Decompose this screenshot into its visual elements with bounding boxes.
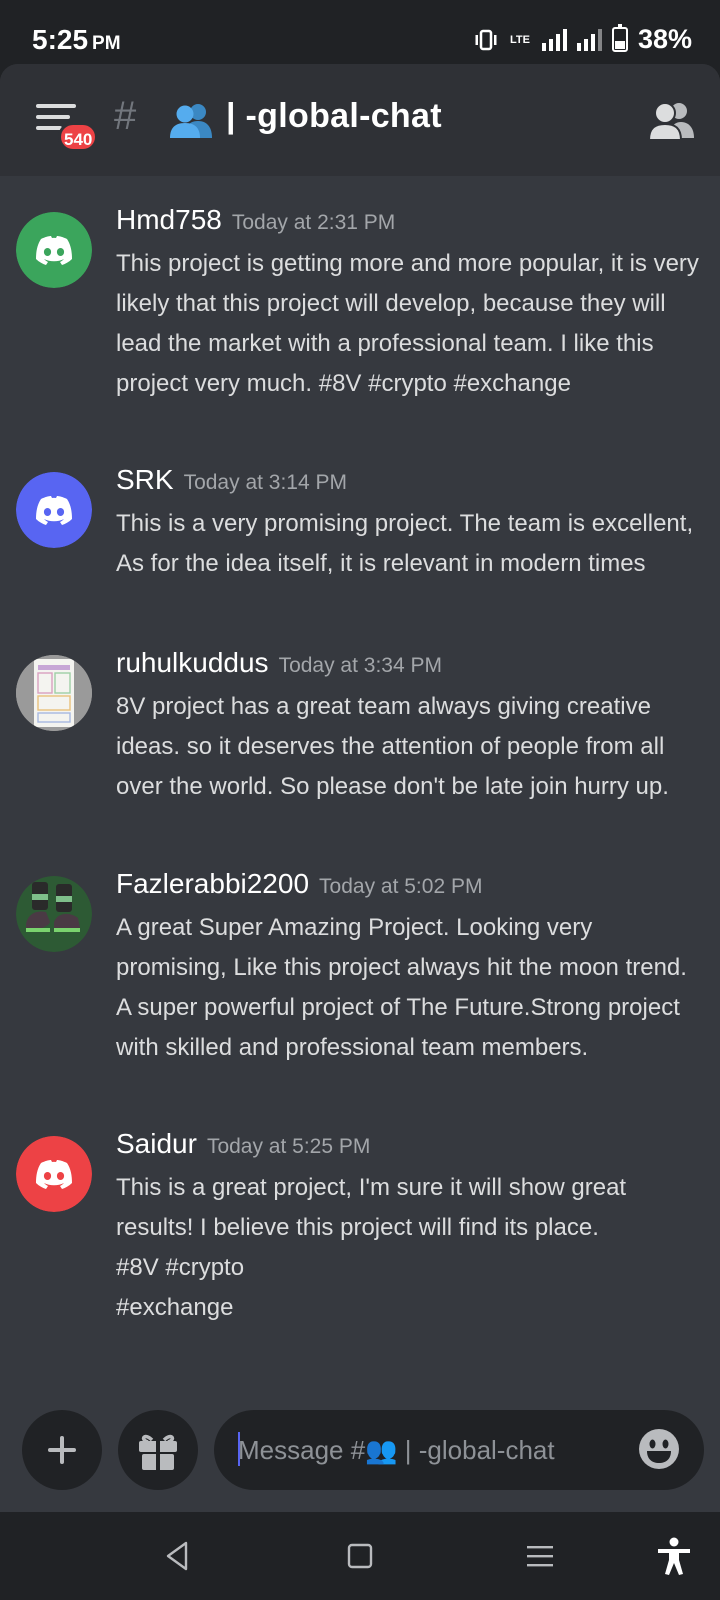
- channel-header: 540 # | -global-chat: [0, 64, 720, 176]
- gift-button[interactable]: [118, 1410, 198, 1490]
- message-timestamp: Today at 3:34 PM: [278, 654, 442, 677]
- message-text: A great Super Amazing Project. Looking v…: [116, 914, 687, 1061]
- avatar[interactable]: [16, 876, 92, 952]
- attach-button[interactable]: [22, 1410, 102, 1490]
- system-nav-bar: [0, 1512, 720, 1600]
- discord-logo-icon: [16, 472, 92, 548]
- message-text: This is a great project, I'm sure it wil…: [116, 1174, 627, 1321]
- signal-icon: [541, 28, 567, 51]
- back-icon[interactable]: [160, 1538, 196, 1574]
- author-name[interactable]: ruhulkuddus: [116, 647, 269, 678]
- message-composer: Message #👥 | -global-chat: [0, 1388, 720, 1512]
- unread-badge: 540: [58, 122, 99, 152]
- status-time: 5:25 PM: [32, 24, 121, 55]
- people-emoji-icon: [170, 104, 212, 138]
- gift-icon: [139, 1434, 177, 1470]
- author-name[interactable]: Hmd758: [116, 204, 222, 235]
- message-text: 8V project has a great team always givin…: [116, 693, 669, 800]
- channel-name: | -global-chat: [226, 97, 442, 135]
- author-name[interactable]: Saidur: [116, 1128, 197, 1159]
- author-name[interactable]: SRK: [116, 464, 174, 495]
- shoes-photo-icon: [16, 876, 92, 952]
- document-thumbnail-icon: [16, 655, 92, 731]
- status-bar: 5:25 PM LTE 38%: [0, 0, 720, 64]
- message-header: Hmd758 Today at 2:31 PM: [116, 204, 395, 236]
- status-icons: LTE 38%: [472, 24, 692, 55]
- message-text: This project is getting more and more po…: [116, 250, 699, 397]
- discord-logo-icon: [16, 1136, 92, 1212]
- avatar[interactable]: [16, 655, 92, 731]
- plus-icon: [48, 1436, 76, 1464]
- emoji-icon[interactable]: [638, 1428, 680, 1470]
- discord-logo-icon: [16, 212, 92, 288]
- recents-icon[interactable]: [522, 1538, 558, 1574]
- message-input[interactable]: Message #👥 | -global-chat: [214, 1410, 704, 1490]
- battery-percent: 38%: [637, 24, 692, 54]
- chat-panel: 540 # | -global-chat Hmd758 Today at 2:3…: [0, 64, 720, 1512]
- message-timestamp: Today at 5:02 PM: [319, 875, 483, 898]
- message-placeholder: Message #👥 | -global-chat: [238, 1435, 555, 1465]
- network-type: LTE: [509, 33, 530, 46]
- members-icon[interactable]: [648, 100, 694, 140]
- channel-hash-icon: #: [114, 94, 137, 138]
- battery-icon: [611, 24, 628, 52]
- home-icon[interactable]: [342, 1538, 378, 1574]
- message-header: Fazlerabbi2200 Today at 5:02 PM: [116, 868, 482, 900]
- message-timestamp: Today at 5:25 PM: [206, 1135, 371, 1158]
- accessibility-icon[interactable]: [654, 1536, 694, 1576]
- message-header: SRK Today at 3:14 PM: [116, 464, 347, 496]
- author-name[interactable]: Fazlerabbi2200: [116, 868, 309, 899]
- avatar[interactable]: [16, 472, 92, 548]
- vibrate-icon: [475, 29, 497, 50]
- message-header: Saidur Today at 5:25 PM: [116, 1128, 370, 1160]
- avatar[interactable]: [16, 212, 92, 288]
- message-text: This is a very promising project. The te…: [116, 510, 694, 577]
- message-header: ruhulkuddus Today at 3:34 PM: [116, 647, 442, 679]
- hamburger-icon: [36, 104, 76, 108]
- message-timestamp: Today at 2:31 PM: [231, 211, 396, 234]
- signal-icon-2: [576, 28, 602, 51]
- message-timestamp: Today at 3:14 PM: [183, 471, 348, 494]
- avatar[interactable]: [16, 1136, 92, 1212]
